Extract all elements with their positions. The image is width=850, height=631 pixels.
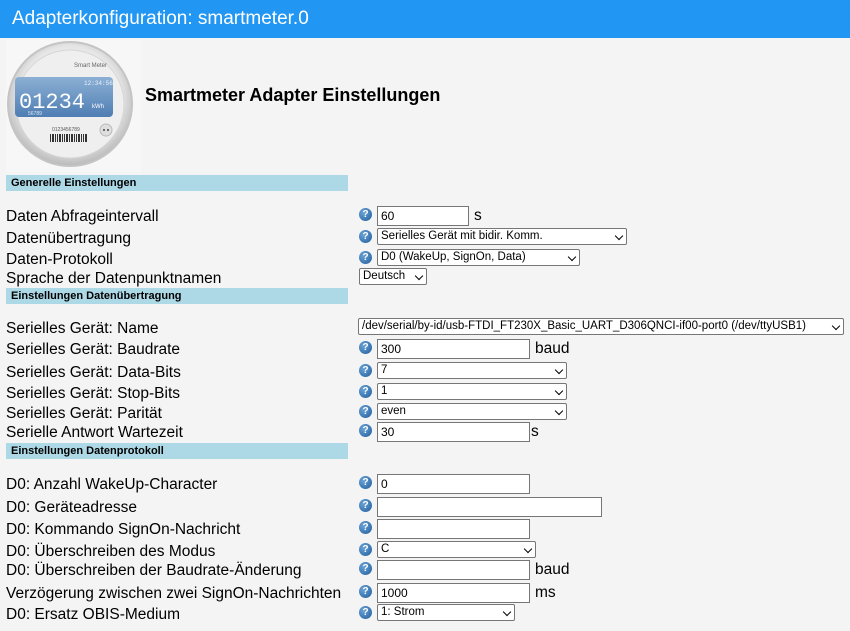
parity-label: Serielles Gerät: Parität bbox=[6, 405, 162, 422]
row-wakeup-chars: D0: Anzahl WakeUp-Character ? 0 bbox=[0, 474, 850, 495]
mode-override-label: D0: Überschreiben des Modus bbox=[6, 543, 216, 560]
page-title: Smartmeter Adapter Einstellungen bbox=[145, 85, 441, 105]
section-general: Generelle Einstellungen bbox=[6, 175, 348, 191]
poll-interval-label: Daten Abfrageintervall bbox=[6, 208, 159, 225]
row-poll-interval: Daten Abfrageintervall ? 60 s bbox=[0, 206, 850, 227]
help-icon[interactable]: ? bbox=[359, 251, 372, 264]
parity-select[interactable]: even bbox=[377, 403, 567, 420]
section-data-protocol: Einstellungen Datenprotokoll bbox=[6, 443, 348, 459]
window-title: Adapterkonfiguration: smartmeter.0 bbox=[0, 0, 850, 38]
serial-device-select[interactable]: /dev/serial/by-id/usb-FTDI_FT230X_Basic_… bbox=[358, 318, 844, 335]
help-icon[interactable]: ? bbox=[359, 424, 372, 437]
mode-override-select[interactable]: C bbox=[377, 541, 536, 558]
row-baudchange-override: D0: Überschreiben der Baudrate-Änderung … bbox=[0, 560, 850, 581]
row-parity: Serielles Gerät: Parität ? even bbox=[0, 403, 850, 424]
response-wait-unit: s bbox=[531, 423, 539, 440]
row-signon-command: D0: Kommando SignOn-Nachricht ? bbox=[0, 519, 850, 540]
row-baudrate: Serielles Gerät: Baudrate ? 300 baud bbox=[0, 339, 850, 360]
wakeup-chars-input[interactable]: 0 bbox=[377, 474, 530, 494]
svg-text:Smart Meter: Smart Meter bbox=[74, 63, 107, 69]
obis-medium-select[interactable]: 1: Strom bbox=[377, 604, 515, 621]
signon-delay-label: Verzögerung zwischen zwei SignOn-Nachric… bbox=[6, 585, 342, 602]
help-icon[interactable]: ? bbox=[359, 606, 372, 619]
obis-medium-label: D0: Ersatz OBIS-Medium bbox=[6, 606, 180, 623]
svg-text:12:34:56: 12:34:56 bbox=[84, 80, 113, 87]
stopbits-select[interactable]: 1 bbox=[377, 383, 567, 400]
row-language: Sprache der Datenpunktnamen Deutsch bbox=[0, 268, 850, 289]
data-transfer-label: Datenübertragung bbox=[6, 230, 131, 247]
help-icon[interactable]: ? bbox=[359, 405, 372, 418]
language-select[interactable]: Deutsch bbox=[359, 268, 427, 285]
wakeup-chars-label: D0: Anzahl WakeUp-Character bbox=[6, 476, 218, 493]
device-address-input[interactable] bbox=[377, 497, 602, 517]
response-wait-label: Serielle Antwort Wartezeit bbox=[6, 424, 183, 441]
help-icon[interactable]: ? bbox=[359, 562, 372, 575]
device-address-label: D0: Geräteadresse bbox=[6, 499, 137, 516]
row-device-address: D0: Geräteadresse ? bbox=[0, 497, 850, 518]
row-signon-delay: Verzögerung zwischen zwei SignOn-Nachric… bbox=[0, 583, 850, 604]
help-icon[interactable]: ? bbox=[359, 230, 372, 243]
row-stopbits: Serielles Gerät: Stop-Bits ? 1 bbox=[0, 383, 850, 404]
smartmeter-logo: Smart Meter 12:34:56 01234 kWh 56789 012… bbox=[6, 40, 141, 172]
stopbits-label: Serielles Gerät: Stop-Bits bbox=[6, 385, 181, 402]
data-protocol-label: Daten-Protokoll bbox=[6, 251, 113, 268]
svg-text:0123456789: 0123456789 bbox=[52, 127, 80, 133]
row-serial-device: Serielles Gerät: Name /dev/serial/by-id/… bbox=[0, 318, 850, 339]
databits-label: Serielles Gerät: Data-Bits bbox=[6, 364, 181, 381]
baudchange-override-unit: baud bbox=[535, 561, 570, 578]
databits-select[interactable]: 7 bbox=[377, 362, 567, 379]
row-data-protocol: Daten-Protokoll ? D0 (WakeUp, SignOn, Da… bbox=[0, 249, 850, 270]
row-data-transfer: Datenübertragung ? Serielles Gerät mit b… bbox=[0, 228, 850, 249]
help-icon[interactable]: ? bbox=[359, 208, 372, 221]
data-protocol-select[interactable]: D0 (WakeUp, SignOn, Data) bbox=[377, 249, 580, 266]
help-icon[interactable]: ? bbox=[359, 476, 372, 489]
signon-command-input[interactable] bbox=[377, 519, 530, 539]
baudchange-override-input[interactable] bbox=[377, 560, 530, 580]
row-response-wait: Serielle Antwort Wartezeit ? 30 s bbox=[0, 422, 850, 443]
help-icon[interactable]: ? bbox=[359, 499, 372, 512]
help-icon[interactable]: ? bbox=[359, 341, 372, 354]
row-mode-override: D0: Überschreiben des Modus ? C bbox=[0, 541, 850, 562]
help-icon[interactable]: ? bbox=[359, 385, 372, 398]
baudrate-unit: baud bbox=[535, 340, 570, 357]
data-transfer-select[interactable]: Serielles Gerät mit bidir. Komm. bbox=[377, 228, 627, 245]
signon-command-label: D0: Kommando SignOn-Nachricht bbox=[6, 521, 241, 538]
poll-interval-unit: s bbox=[474, 207, 482, 224]
baudrate-label: Serielles Gerät: Baudrate bbox=[6, 341, 181, 358]
svg-text:kWh: kWh bbox=[92, 104, 104, 110]
section-data-transfer: Einstellungen Datenübertragung bbox=[6, 288, 348, 304]
language-label: Sprache der Datenpunktnamen bbox=[6, 270, 222, 287]
serial-device-label: Serielles Gerät: Name bbox=[6, 320, 159, 337]
help-icon[interactable]: ? bbox=[359, 364, 372, 377]
signon-delay-unit: ms bbox=[535, 584, 556, 601]
row-databits: Serielles Gerät: Data-Bits ? 7 bbox=[0, 362, 850, 383]
response-wait-input[interactable]: 30 bbox=[377, 422, 530, 442]
svg-text:56789: 56789 bbox=[28, 111, 42, 117]
help-icon[interactable]: ? bbox=[359, 521, 372, 534]
signon-delay-input[interactable]: 1000 bbox=[377, 583, 530, 603]
poll-interval-input[interactable]: 60 bbox=[377, 206, 469, 226]
baudrate-input[interactable]: 300 bbox=[377, 339, 530, 359]
help-icon[interactable]: ? bbox=[359, 543, 372, 556]
baudchange-override-label: D0: Überschreiben der Baudrate-Änderung bbox=[6, 562, 302, 579]
settings-panel: Smart Meter 12:34:56 01234 kWh 56789 012… bbox=[0, 38, 850, 631]
row-obis-medium: D0: Ersatz OBIS-Medium ? 1: Strom bbox=[0, 604, 850, 625]
help-icon[interactable]: ? bbox=[359, 585, 372, 598]
